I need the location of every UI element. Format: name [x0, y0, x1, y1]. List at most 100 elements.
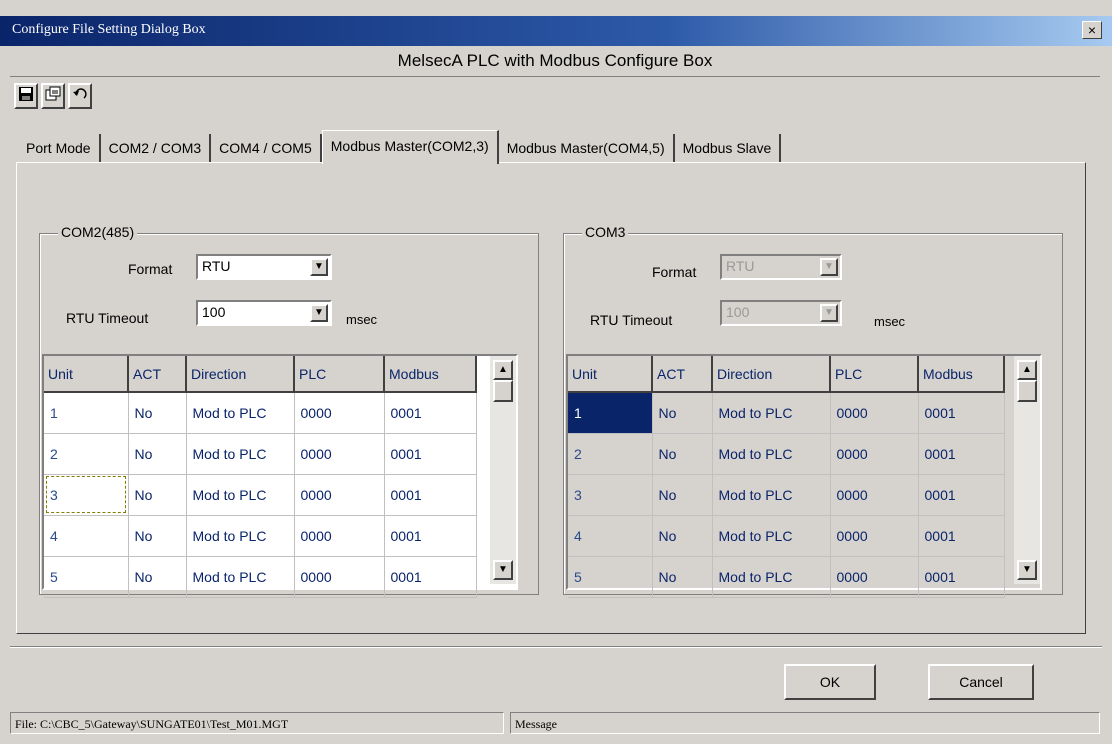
divider	[10, 646, 1102, 648]
cell-act[interactable]: No	[128, 556, 187, 598]
cell-act[interactable]: No	[652, 392, 713, 434]
toolbar	[14, 83, 95, 117]
col-act[interactable]: ACT	[652, 356, 713, 393]
cell-plc[interactable]: 0000	[294, 474, 385, 516]
status-bar: File: C:\CBC_5\Gateway\SUNGATE01\Test_M0…	[10, 712, 1100, 736]
cell-act[interactable]: No	[652, 556, 713, 598]
header-row: Unit ACT Direction PLC Modbus	[44, 356, 477, 393]
cell-direction[interactable]: Mod to PLC	[186, 474, 295, 516]
cell-unit[interactable]: 2	[44, 433, 129, 475]
scroll-thumb[interactable]	[493, 380, 513, 402]
ok-button[interactable]: OK	[784, 664, 876, 700]
cell-plc[interactable]: 0000	[830, 474, 919, 516]
cell-unit[interactable]: 1	[44, 392, 129, 434]
table-row: 2 No Mod to PLC 0000 0001	[44, 433, 477, 475]
cell-plc[interactable]: 0000	[830, 392, 919, 434]
scroll-down-icon[interactable]: ▼	[1017, 560, 1037, 580]
table-row: 5 No Mod to PLC 0000 0001	[568, 556, 1005, 598]
cell-act[interactable]: No	[128, 474, 187, 516]
cell-direction[interactable]: Mod to PLC	[712, 433, 831, 475]
cell-act[interactable]: No	[652, 474, 713, 516]
cell-direction[interactable]: Mod to PLC	[712, 392, 831, 434]
tab-modbus-master-com45[interactable]: Modbus Master(COM4,5)	[499, 134, 675, 162]
cell-plc[interactable]: 0000	[294, 392, 385, 434]
col-unit[interactable]: Unit	[568, 356, 653, 393]
col-unit[interactable]: Unit	[44, 356, 129, 393]
com3-timeout-value: 100	[726, 304, 750, 320]
cell-unit[interactable]: 2	[568, 433, 653, 475]
close-button[interactable]: ×	[1082, 21, 1102, 39]
cell-direction[interactable]: Mod to PLC	[712, 515, 831, 557]
cell-unit[interactable]: 4	[568, 515, 653, 557]
tab-com4-com5[interactable]: COM4 / COM5	[211, 134, 322, 162]
undo-button[interactable]	[68, 83, 92, 109]
table-row: 4 No Mod to PLC 0000 0001	[568, 515, 1005, 557]
com3-scrollbar[interactable]: ▲ ▼	[1014, 356, 1040, 584]
cell-direction[interactable]: Mod to PLC	[186, 392, 295, 434]
scroll-thumb[interactable]	[1017, 380, 1037, 402]
tab-com2-com3[interactable]: COM2 / COM3	[101, 134, 212, 162]
col-modbus[interactable]: Modbus	[384, 356, 477, 393]
cell-unit[interactable]: 5	[44, 556, 129, 598]
cell-modbus[interactable]: 0001	[384, 474, 477, 516]
chevron-down-icon[interactable]: ▼	[310, 304, 328, 322]
chevron-down-icon[interactable]: ▼	[310, 258, 328, 276]
cell-modbus[interactable]: 0001	[384, 433, 477, 475]
col-plc[interactable]: PLC	[830, 356, 919, 393]
cell-act[interactable]: No	[128, 515, 187, 557]
title-bar: Configure File Setting Dialog Box ×	[0, 16, 1112, 46]
cell-unit[interactable]: 3	[568, 474, 653, 516]
cell-plc[interactable]: 0000	[830, 515, 919, 557]
com3-format-value: RTU	[726, 258, 755, 274]
cell-direction[interactable]: Mod to PLC	[712, 556, 831, 598]
cell-unit[interactable]: 4	[44, 515, 129, 557]
col-direction[interactable]: Direction	[712, 356, 831, 393]
com2-scrollbar[interactable]: ▲ ▼	[490, 356, 516, 584]
cell-unit[interactable]: 1	[568, 392, 653, 434]
cell-direction[interactable]: Mod to PLC	[712, 474, 831, 516]
cell-modbus[interactable]: 0001	[384, 392, 477, 434]
rtu-timeout-label: RTU Timeout	[590, 312, 673, 328]
cell-act[interactable]: No	[652, 515, 713, 557]
cell-modbus[interactable]: 0001	[918, 474, 1005, 516]
cell-unit[interactable]: 5	[568, 556, 653, 598]
cell-act[interactable]: No	[128, 433, 187, 475]
cell-modbus[interactable]: 0001	[918, 515, 1005, 557]
cell-unit[interactable]: 3	[44, 474, 129, 516]
cell-modbus[interactable]: 0001	[918, 433, 1005, 475]
com2-timeout-select[interactable]: 100 ▼	[196, 300, 332, 326]
col-direction[interactable]: Direction	[186, 356, 295, 393]
tab-modbus-master-com23[interactable]: Modbus Master(COM2,3)	[321, 130, 499, 164]
col-modbus[interactable]: Modbus	[918, 356, 1005, 393]
cell-plc[interactable]: 0000	[294, 433, 385, 475]
cell-plc[interactable]: 0000	[294, 515, 385, 557]
cancel-button[interactable]: Cancel	[928, 664, 1034, 700]
table-row: 1 No Mod to PLC 0000 0001	[568, 392, 1005, 434]
cell-plc[interactable]: 0000	[830, 433, 919, 475]
cell-modbus[interactable]: 0001	[384, 556, 477, 598]
cell-modbus[interactable]: 0001	[918, 556, 1005, 598]
export-button[interactable]	[41, 83, 65, 109]
col-act[interactable]: ACT	[128, 356, 187, 393]
scroll-up-icon[interactable]: ▲	[1017, 360, 1037, 380]
col-plc[interactable]: PLC	[294, 356, 385, 393]
cell-modbus[interactable]: 0001	[918, 392, 1005, 434]
scroll-up-icon[interactable]: ▲	[493, 360, 513, 380]
cell-direction[interactable]: Mod to PLC	[186, 556, 295, 598]
cell-act[interactable]: No	[128, 392, 187, 434]
tab-strip: Port Mode COM2 / COM3 COM4 / COM5 Modbus…	[18, 130, 782, 164]
tab-modbus-slave[interactable]: Modbus Slave	[675, 134, 782, 162]
com3-group: COM3 Format RTU ▼ RTU Timeout 100 ▼ msec…	[563, 224, 1063, 598]
com2-format-select[interactable]: RTU ▼	[196, 254, 332, 280]
com2-timeout-value: 100	[202, 304, 226, 320]
cell-modbus[interactable]: 0001	[384, 515, 477, 557]
cell-plc[interactable]: 0000	[294, 556, 385, 598]
chevron-down-icon: ▼	[820, 304, 838, 322]
cell-direction[interactable]: Mod to PLC	[186, 433, 295, 475]
cell-direction[interactable]: Mod to PLC	[186, 515, 295, 557]
scroll-down-icon[interactable]: ▼	[493, 560, 513, 580]
save-button[interactable]	[14, 83, 38, 109]
cell-plc[interactable]: 0000	[830, 556, 919, 598]
cell-act[interactable]: No	[652, 433, 713, 475]
tab-port-mode[interactable]: Port Mode	[18, 134, 101, 162]
